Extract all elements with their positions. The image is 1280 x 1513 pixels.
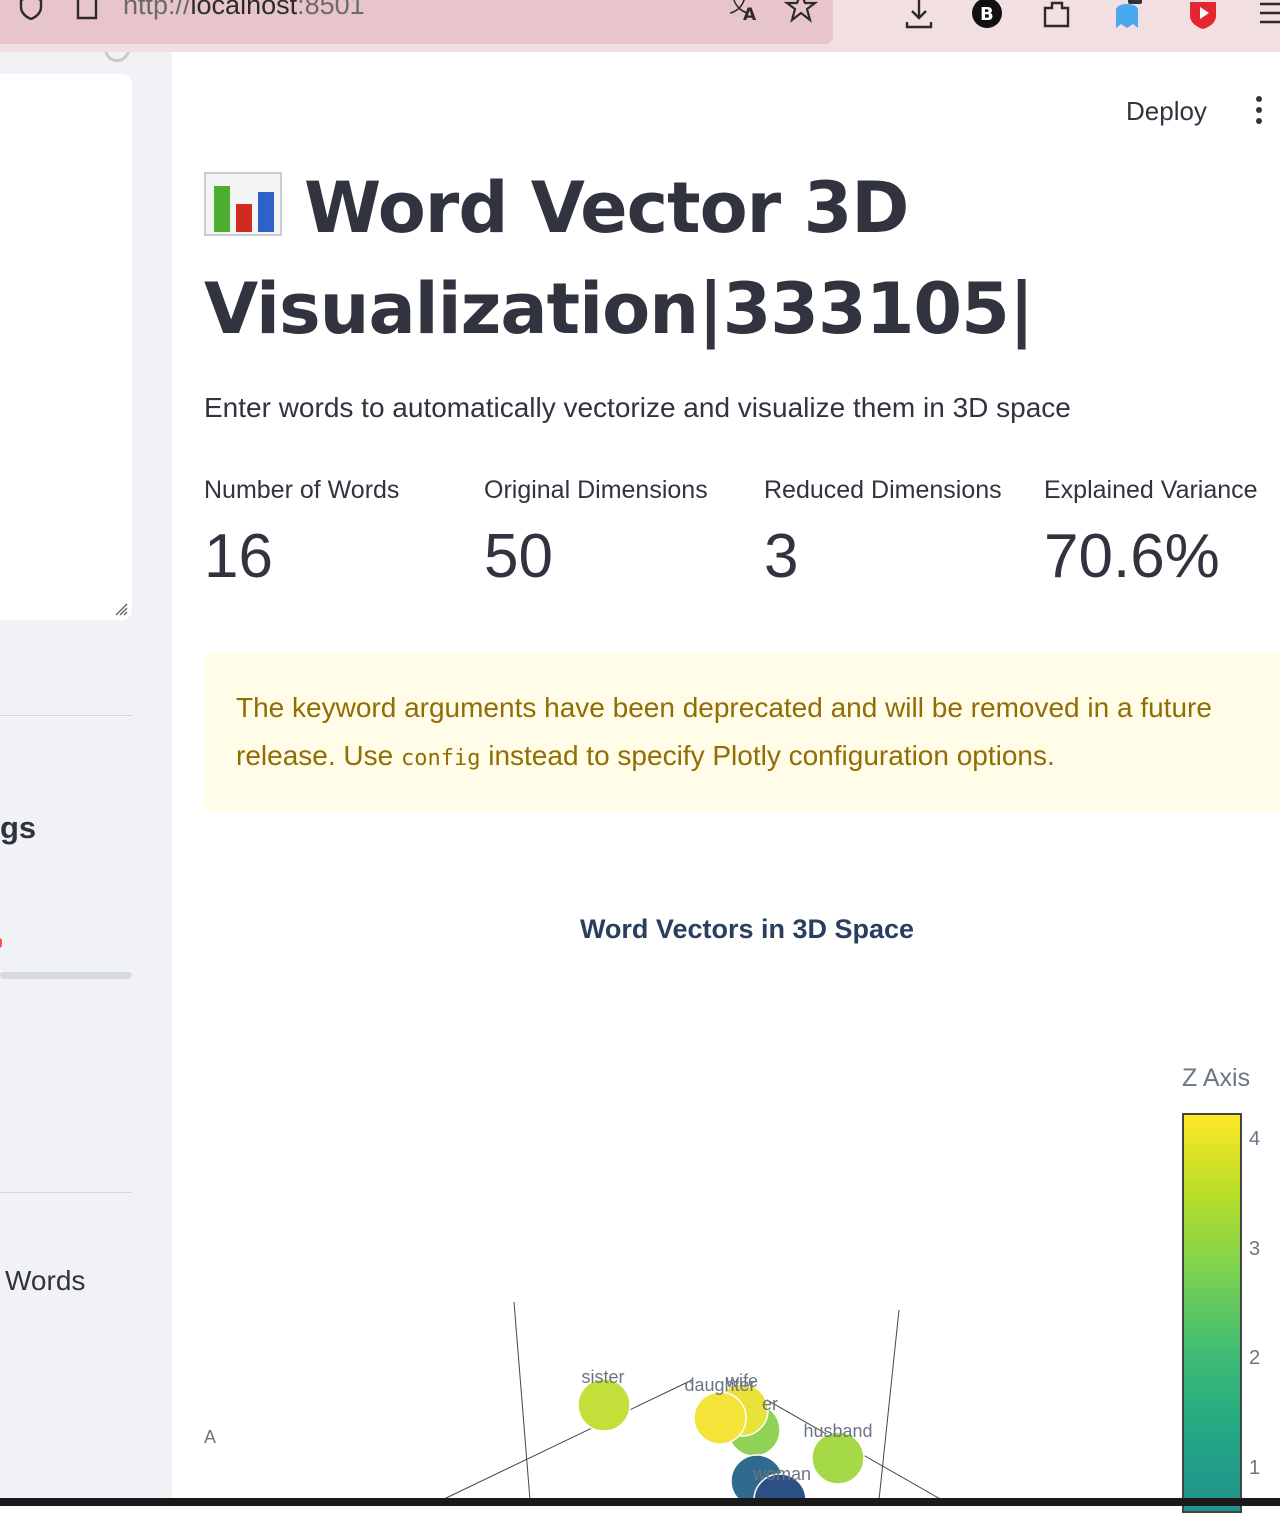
page-title: Word Vector 3D Visualization|333105|	[204, 167, 1034, 350]
metric-value: 50	[484, 522, 553, 591]
sidebar-divider	[0, 715, 132, 716]
colorbar-title: Z Axis	[1182, 1064, 1251, 1092]
metric-value: 70.6%	[1044, 522, 1220, 591]
sidebar-settings-heading: gs	[0, 810, 37, 845]
translate-icon[interactable]: 文A	[727, 0, 761, 24]
svg-text:B: B	[980, 4, 994, 25]
extensions-icon[interactable]	[1040, 0, 1074, 32]
page-icon	[76, 0, 98, 20]
point-label: sister	[581, 1367, 624, 1387]
page-subtitle: Enter words to automatically vectorize a…	[204, 392, 1071, 423]
metric-reduced-dimensions: Reduced Dimensions 3	[764, 476, 1002, 592]
point-label: er	[762, 1394, 778, 1414]
metric-label: Reduced Dimensions	[764, 476, 1002, 504]
colorbar	[1182, 1113, 1242, 1513]
sidebar-slider-track[interactable]	[0, 972, 132, 979]
help-icon[interactable]	[104, 52, 130, 62]
colorbar-tick: 2	[1249, 1347, 1261, 1369]
chart-title: Word Vectors in 3D Space	[579, 914, 915, 944]
point-label: husband	[803, 1421, 872, 1441]
metric-value: 16	[204, 522, 273, 591]
metric-original-dimensions: Original Dimensions 50	[484, 476, 708, 592]
address-bar[interactable]: http://localhost:8501 文A	[0, 0, 833, 44]
svg-text:A: A	[743, 5, 757, 24]
metric-label: Explained Variance	[1044, 476, 1258, 504]
metric-explained-variance: Explained Variance 70.6%	[1044, 476, 1258, 592]
warning-text: The keyword arguments have been deprecat…	[236, 692, 1212, 771]
video-extension-icon[interactable]	[1186, 0, 1220, 32]
colorbar-tick: 3	[1249, 1238, 1261, 1260]
deprecation-warning: The keyword arguments have been deprecat…	[204, 652, 1280, 812]
colorbar-tick: 1	[1249, 1457, 1261, 1479]
extension-b-icon[interactable]: B	[970, 0, 1004, 32]
resize-handle-icon[interactable]	[114, 602, 128, 616]
ghost-extension-icon[interactable]	[1110, 0, 1144, 32]
sidebar-divider	[0, 1192, 132, 1193]
words-text-area[interactable]	[0, 74, 132, 620]
deploy-button[interactable]: Deploy	[1126, 96, 1207, 127]
browser-toolbar: http://localhost:8501 文A B	[0, 0, 1280, 52]
menu-icon[interactable]	[1258, 0, 1280, 32]
3d-scatter-plot[interactable]: A sister daughterwifeerhusbandwoman	[172, 1060, 1172, 1500]
point-label: wife	[725, 1371, 758, 1391]
axis-fragment-label: A	[204, 1427, 216, 1447]
sidebar: gs Words	[0, 52, 172, 1506]
metric-number-of-words: Number of Words 16	[204, 476, 399, 592]
window-bottom-edge	[0, 1498, 1280, 1506]
sidebar-words-label: Words	[5, 1265, 86, 1296]
url-text[interactable]: http://localhost:8501	[123, 0, 365, 21]
download-icon[interactable]	[902, 0, 936, 32]
main-menu-icon[interactable]	[1252, 96, 1266, 128]
shield-icon[interactable]	[18, 0, 44, 20]
axis-line	[513, 1301, 531, 1500]
axis-line	[878, 1309, 900, 1500]
slider-thumb[interactable]	[0, 938, 2, 948]
bookmark-star-icon[interactable]	[784, 0, 818, 24]
point-label: woman	[752, 1464, 811, 1484]
metric-value: 3	[764, 522, 799, 591]
colorbar-tick: 4	[1249, 1128, 1261, 1150]
warning-code: config	[400, 746, 481, 771]
metric-label: Number of Words	[204, 476, 400, 504]
scatter-point-daughter[interactable]	[693, 1391, 747, 1445]
bar-chart-emoji-icon	[204, 172, 282, 236]
metric-label: Original Dimensions	[484, 476, 708, 504]
axis-line	[441, 1379, 693, 1500]
